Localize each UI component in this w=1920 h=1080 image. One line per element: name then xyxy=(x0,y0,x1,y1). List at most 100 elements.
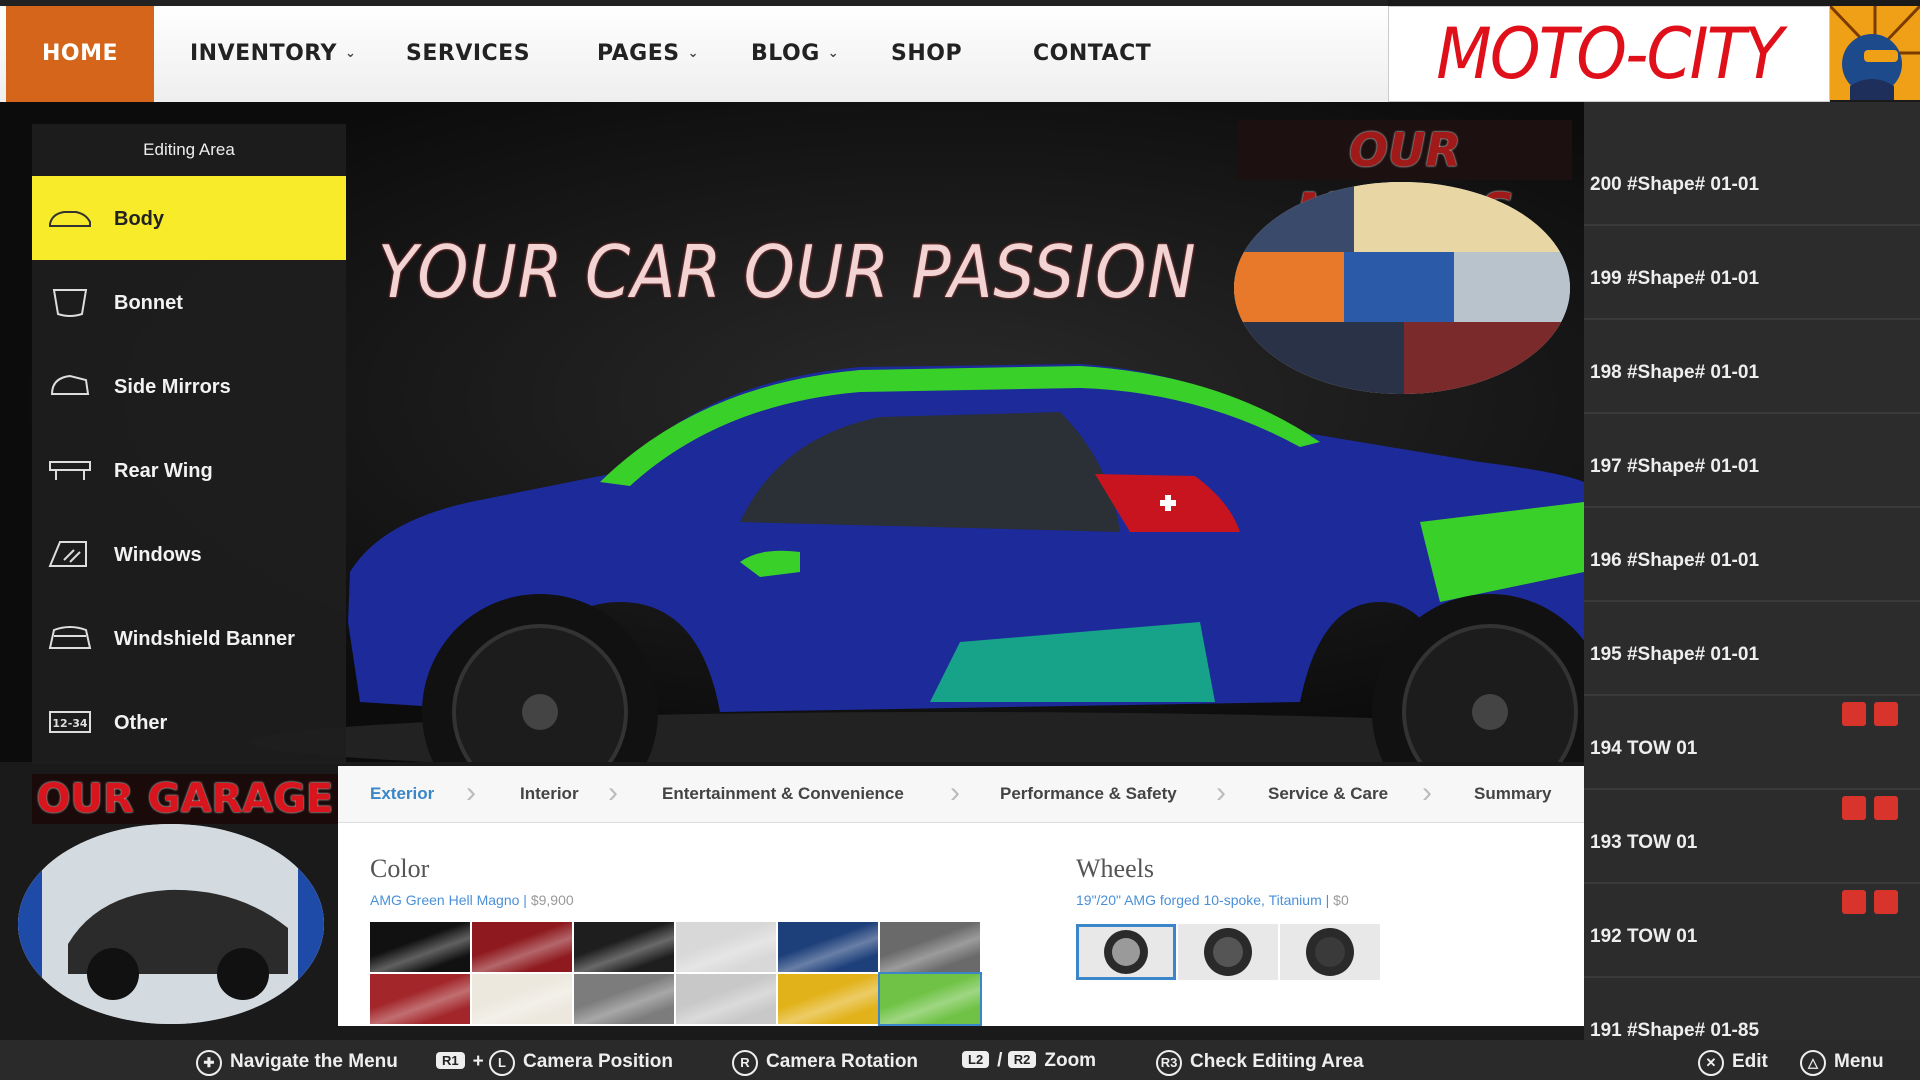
hero-tagline: YOUR CAR OUR PASSION xyxy=(378,230,1197,314)
wheels-heading: Wheels xyxy=(1076,854,1154,883)
r2-button-icon: R2 xyxy=(1007,1051,1037,1068)
edit-layer-icon[interactable] xyxy=(1842,796,1866,820)
tab-summary[interactable]: Summary xyxy=(1474,784,1551,804)
bonnet-icon xyxy=(52,289,88,317)
models-collage[interactable] xyxy=(1234,182,1570,394)
config-tabs: Exterior › Interior › Entertainment & Co… xyxy=(338,766,1584,823)
delete-layer-icon[interactable] xyxy=(1874,702,1898,726)
hint-edit: ✕ Edit xyxy=(1698,1050,1768,1076)
wheel-option[interactable] xyxy=(1076,924,1176,980)
logo-text: MOTO-CITY xyxy=(1436,13,1783,95)
hint-navigate: ✚ Navigate the Menu xyxy=(196,1050,398,1076)
color-swatch[interactable] xyxy=(676,922,776,972)
nav-services[interactable]: SERVICES xyxy=(406,6,530,102)
car-body-icon xyxy=(49,211,91,227)
delete-layer-icon[interactable] xyxy=(1874,796,1898,820)
tab-service[interactable]: Service & Care xyxy=(1268,784,1388,804)
color-swatch[interactable] xyxy=(472,922,572,972)
nav-shop[interactable]: SHOP xyxy=(891,6,962,102)
dpad-icon: ✚ xyxy=(196,1050,222,1076)
layer-row[interactable]: 196 #Shape# 01-01 xyxy=(1584,508,1920,602)
color-swatch[interactable] xyxy=(778,922,878,972)
chevron-right-icon: › xyxy=(1422,776,1432,809)
tab-entertainment[interactable]: Entertainment & Convenience xyxy=(662,784,904,804)
edit-item-bonnet[interactable]: Bonnet xyxy=(32,260,346,344)
nav-pages[interactable]: PAGES ⌄ xyxy=(597,6,699,102)
layer-row[interactable]: 195 #Shape# 01-01 xyxy=(1584,602,1920,696)
r1-button-icon: R1 xyxy=(436,1052,465,1069)
chevron-right-icon: › xyxy=(466,776,476,809)
layer-row[interactable]: 192 TOW 01 xyxy=(1584,884,1920,978)
tab-performance[interactable]: Performance & Safety xyxy=(1000,784,1177,804)
wheels-selection: 19"/20" AMG forged 10-spoke, Titanium | … xyxy=(1076,892,1349,908)
configurator-panel: Exterior › Interior › Entertainment & Co… xyxy=(338,766,1584,1026)
color-swatch[interactable] xyxy=(574,974,674,1024)
layer-row[interactable]: 199 #Shape# 01-01 xyxy=(1584,226,1920,320)
edit-layer-icon[interactable] xyxy=(1842,890,1866,914)
layer-row[interactable]: 194 TOW 01 xyxy=(1584,696,1920,790)
hint-check-editing-area: R3 Check Editing Area xyxy=(1156,1050,1364,1076)
our-models-title: OUR MODELS xyxy=(1238,120,1572,237)
editing-area-title: Editing Area xyxy=(143,140,235,159)
edit-item-rear-wing[interactable]: Rear Wing xyxy=(32,428,346,512)
layer-row[interactable]: 200 #Shape# 01-01 xyxy=(1584,132,1920,226)
triangle-button-icon: △ xyxy=(1800,1050,1826,1076)
layer-row[interactable]: 197 #Shape# 01-01 xyxy=(1584,414,1920,508)
chevron-down-icon: ⌄ xyxy=(827,46,840,61)
l2-button-icon: L2 xyxy=(962,1051,990,1068)
r3-button-icon: R3 xyxy=(1156,1050,1182,1076)
wheel-option[interactable] xyxy=(1280,924,1380,980)
hint-camera-rotation: R Camera Rotation xyxy=(732,1050,918,1076)
our-garage-title: OUR GARAGE xyxy=(32,774,338,824)
color-swatch[interactable] xyxy=(880,922,980,972)
hint-camera-position: R1 + L Camera Position xyxy=(436,1050,673,1076)
chevron-right-icon: › xyxy=(608,776,618,809)
layer-row[interactable]: 193 TOW 01 xyxy=(1584,790,1920,884)
color-swatch[interactable] xyxy=(778,974,878,1024)
chevron-right-icon: › xyxy=(1216,776,1226,809)
edit-item-windows[interactable]: Windows xyxy=(32,512,346,596)
nav-contact[interactable]: CONTACT xyxy=(1033,6,1151,102)
editing-area-panel: Editing Area Body Bonnet Side Mirrors Re… xyxy=(32,124,346,764)
edit-item-other[interactable]: 12-34 Other xyxy=(32,680,346,764)
window-icon xyxy=(48,541,87,567)
delete-layer-icon[interactable] xyxy=(1874,890,1898,914)
chevron-down-icon: ⌄ xyxy=(344,46,357,61)
color-swatch[interactable] xyxy=(676,974,776,1024)
nav-home[interactable]: HOME xyxy=(6,6,154,102)
garage-photo[interactable] xyxy=(18,824,324,1024)
rider-mascot-icon xyxy=(1830,6,1920,100)
hint-menu: △ Menu xyxy=(1800,1050,1884,1076)
main-nav: HOME INVENTORY ⌄ SERVICES PAGES ⌄ BLOG ⌄ SH… xyxy=(0,0,1388,102)
r-stick-icon: R xyxy=(732,1050,758,1076)
color-swatch[interactable] xyxy=(370,922,470,972)
svg-text:12-34: 12-34 xyxy=(52,717,88,730)
cross-button-icon: ✕ xyxy=(1698,1050,1724,1076)
color-heading: Color xyxy=(370,854,430,883)
color-swatch[interactable] xyxy=(370,974,470,1024)
side-mirror-icon xyxy=(50,374,90,395)
hint-zoom: L2/ R2 Zoom xyxy=(962,1050,1096,1072)
color-swatch[interactable] xyxy=(574,922,674,972)
edit-item-body[interactable]: Body xyxy=(32,176,346,260)
color-swatch[interactable] xyxy=(878,972,982,1026)
nav-inventory[interactable]: INVENTORY ⌄ xyxy=(190,6,356,102)
rear-wing-icon xyxy=(49,461,91,480)
windshield-banner-icon xyxy=(48,626,92,649)
number-plate-icon: 12-34 xyxy=(49,711,91,733)
color-selection: AMG Green Hell Magno | $9,900 xyxy=(370,892,574,908)
l-stick-icon: L xyxy=(489,1050,515,1076)
color-swatch[interactable] xyxy=(472,974,572,1024)
tab-interior[interactable]: Interior xyxy=(520,784,579,804)
nav-blog[interactable]: BLOG ⌄ xyxy=(751,6,839,102)
layer-list[interactable]: 200 #Shape# 01-01 199 #Shape# 01-01 198 … xyxy=(1584,102,1920,1072)
edit-layer-icon[interactable] xyxy=(1842,702,1866,726)
edit-item-side-mirrors[interactable]: Side Mirrors xyxy=(32,344,346,428)
layer-row[interactable]: 198 #Shape# 01-01 xyxy=(1584,320,1920,414)
brand-logo[interactable]: MOTO-CITY xyxy=(1388,6,1830,102)
wheel-option[interactable] xyxy=(1178,924,1278,980)
tab-exterior[interactable]: Exterior xyxy=(370,784,434,804)
edit-item-windshield-banner[interactable]: Windshield Banner xyxy=(32,596,346,680)
chevron-right-icon: › xyxy=(950,776,960,809)
chevron-down-icon: ⌄ xyxy=(687,46,699,61)
